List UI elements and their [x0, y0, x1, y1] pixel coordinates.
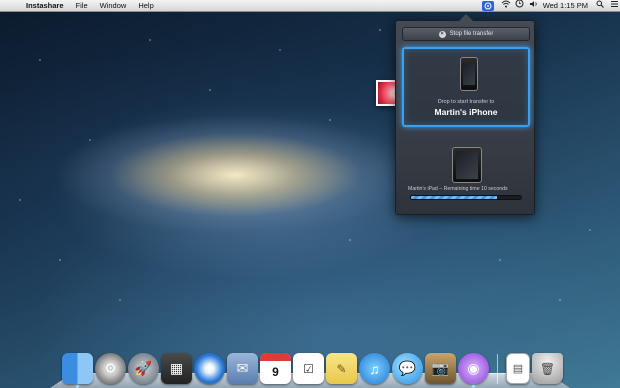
- iphone-device-icon: [460, 57, 478, 91]
- calendar-icon[interactable]: 9: [260, 353, 291, 384]
- instashare-status-icon[interactable]: [481, 0, 494, 11]
- finder-icon[interactable]: [62, 353, 93, 388]
- menu-extras: Wed 1:15 PM: [479, 0, 620, 12]
- itunes-icon[interactable]: ♫: [359, 353, 390, 384]
- ipad-device-icon[interactable]: [452, 147, 482, 183]
- mission-control-icon[interactable]: ▦: [161, 353, 192, 384]
- menu-help[interactable]: Help: [132, 0, 159, 12]
- instashare-app-icon[interactable]: ◉: [458, 353, 489, 388]
- trash-icon[interactable]: 🗑: [532, 353, 563, 384]
- instashare-popover: × Stop file transfer Drop to start trans…: [395, 14, 535, 215]
- timemachine-icon[interactable]: [511, 0, 525, 12]
- drop-instruction: Drop to start transfer to: [437, 99, 495, 105]
- stop-transfer-label: Stop file transfer: [449, 31, 494, 37]
- safari-icon[interactable]: ✦: [194, 353, 225, 384]
- dock-separator: [497, 354, 498, 384]
- document-stack-icon[interactable]: ▤: [506, 353, 530, 384]
- iphoto-icon[interactable]: 📷: [425, 353, 456, 384]
- close-circle-icon: ×: [438, 30, 446, 38]
- launchpad-icon[interactable]: 🚀: [128, 353, 159, 384]
- messages-icon[interactable]: 💬: [392, 353, 423, 384]
- calendar-day: 9: [272, 364, 279, 379]
- drop-target-iphone[interactable]: Drop to start transfer to Martin's iPhon…: [402, 47, 530, 127]
- progress-fill: [411, 196, 497, 199]
- reminders-icon[interactable]: ☑: [293, 353, 324, 384]
- volume-icon[interactable]: [525, 0, 539, 12]
- app-menu[interactable]: Instashare: [20, 0, 70, 12]
- notes-icon[interactable]: ✎: [326, 353, 357, 384]
- dock: ⚙ 🚀 ▦ ✦ ✉ 9 ☑ ✎ ♫ 💬 📷 ◉ ▤ 🗑: [62, 348, 563, 388]
- system-preferences-icon[interactable]: ⚙: [95, 353, 126, 384]
- target-device-name: Martin's iPhone: [434, 107, 498, 117]
- mail-icon[interactable]: ✉: [227, 353, 258, 384]
- menu-window[interactable]: Window: [94, 0, 133, 12]
- transfer-status-text: Martin's iPad – Remaining time 10 second…: [408, 186, 508, 192]
- spotlight-icon[interactable]: [592, 0, 606, 12]
- notification-list-icon[interactable]: [606, 0, 620, 12]
- menu-bar: Instashare File Window Help Wed 1:15 PM: [0, 0, 620, 12]
- wifi-icon[interactable]: [497, 0, 511, 12]
- menu-file[interactable]: File: [70, 0, 94, 12]
- transfer-progress-bar: [410, 195, 522, 200]
- stop-transfer-button[interactable]: × Stop file transfer: [402, 27, 530, 41]
- menu-clock[interactable]: Wed 1:15 PM: [539, 0, 592, 12]
